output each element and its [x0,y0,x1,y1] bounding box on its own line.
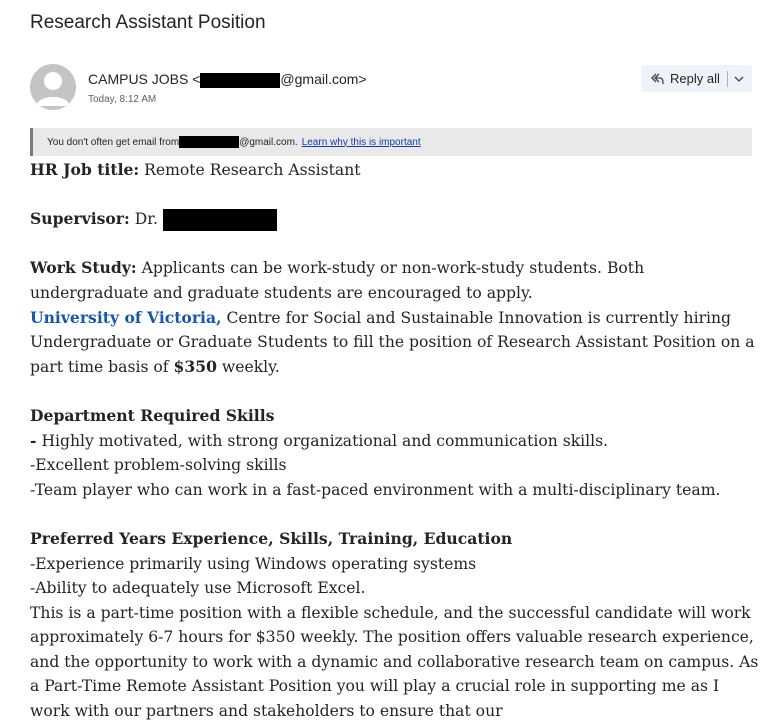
reply-all-label: Reply all [670,71,720,86]
reply-all-button[interactable]: Reply all [641,65,752,92]
dept-heading: Department Required Skills [30,405,275,425]
supervisor-line: Supervisor: Dr. [30,207,760,232]
sender-domain: @gmail.com> [280,71,367,87]
avatar-person-icon[interactable] [30,64,76,110]
pref-heading: Preferred Years Experience, Skills, Trai… [30,528,513,548]
pref-item: -Ability to adequately use Microsoft Exc… [30,579,366,598]
dept-item: -Team player who can work in a fast-pace… [30,480,721,499]
uvic-paragraph: University of Victoria, Centre for Socia… [30,306,760,380]
redacted-block [162,209,277,232]
supervisor-value: Dr. [129,210,163,229]
uvic-name: University of Victoria, [30,307,222,327]
dept-item: -Excellent problem-solving skills [30,456,287,475]
pay-amount: $350 [173,356,217,376]
chevron-down-icon[interactable] [732,72,746,86]
hr-label: HR Job title: [30,160,140,179]
work-study-label: Work Study: [30,258,137,278]
divider [726,70,728,87]
notice-domain: @gmail.com. [239,136,298,148]
redacted-block [179,136,240,148]
external-sender-notice: You don't often get email from @gmail.com… [30,128,752,156]
sender-address[interactable]: CAMPUS JOBS < @gmail.com> [88,71,367,88]
email-body: HR Job title: Remote Research Assistant … [30,158,760,724]
dept-item: - Highly motivated, with strong organiza… [30,430,609,450]
supervisor-label: Supervisor: [30,209,130,229]
pref-item: -Experience primarily using Windows oper… [30,554,477,573]
email-subject: Research Assistant Position [30,12,266,33]
hr-value: Remote Research Assistant [139,161,361,179]
closing-paragraph: This is a part-time position with a flex… [30,603,759,721]
learn-why-link[interactable]: Learn why this is important [302,137,421,148]
work-study-paragraph: Work Study: Applicants can be work-study… [30,256,760,305]
uvic-text-2: weekly. [216,357,280,376]
reply-all-icon [651,73,664,84]
notice-text: You don't often get email from [47,136,180,148]
hr-job-title: HR Job title: Remote Research Assistant [30,158,760,183]
timestamp: Today, 8:12 AM [88,94,157,105]
redacted-block [200,72,281,88]
sender-name: CAMPUS JOBS < [88,71,201,87]
